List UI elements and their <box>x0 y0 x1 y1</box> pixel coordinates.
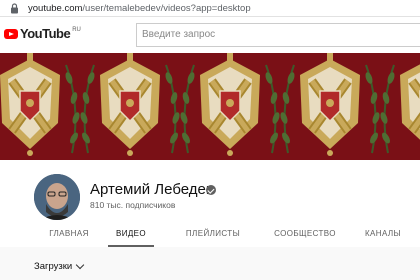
region-code: RU <box>72 27 81 33</box>
youtube-header: YouTube RU Введите запрос <box>0 17 420 53</box>
url-text[interactable]: youtube.com/user/temalebedev/videos?app=… <box>28 3 251 14</box>
uploads-dropdown[interactable]: Загрузки <box>34 260 85 272</box>
subscriber-count: 810 тыс. подписчиков <box>90 200 176 210</box>
tab-community[interactable]: СООБЩЕСТВО <box>265 222 345 247</box>
channel-banner <box>0 53 420 160</box>
browser-address-bar[interactable]: youtube.com/user/temalebedev/videos?app=… <box>0 0 420 17</box>
avatar-portrait-image <box>34 174 80 220</box>
verified-badge-icon <box>206 185 216 195</box>
chevron-down-icon <box>75 260 85 270</box>
youtube-channel-page: youtube.com/user/temalebedev/videos?app=… <box>0 0 420 280</box>
url-host: youtube.com <box>28 2 83 14</box>
youtube-logo-text: YouTube <box>20 26 71 41</box>
videos-content: Загрузки <box>0 247 420 280</box>
tab-playlists[interactable]: ПЛЕЙЛИСТЫ <box>175 222 251 247</box>
youtube-play-icon <box>4 29 18 39</box>
url-path: /user/temalebedev/videos?app=desktop <box>82 2 251 14</box>
tab-home[interactable]: ГЛАВНАЯ <box>38 222 100 247</box>
tab-videos[interactable]: ВИДЕО <box>108 222 154 247</box>
youtube-logo[interactable]: YouTube RU <box>4 26 81 42</box>
tab-channels[interactable]: КАНАЛЫ <box>358 222 408 247</box>
lock-icon <box>10 0 24 17</box>
channel-avatar[interactable] <box>34 174 80 220</box>
banner-ornament-image <box>0 53 420 160</box>
channel-header: Артемий Лебедев 810 тыс. подписчиков ГЛА… <box>0 160 420 247</box>
channel-tabs: ГЛАВНАЯ ВИДЕО ПЛЕЙЛИСТЫ СООБЩЕСТВО КАНАЛ… <box>0 222 420 247</box>
search-input[interactable]: Введите запрос <box>136 23 420 47</box>
channel-name: Артемий Лебедев <box>90 181 214 198</box>
uploads-label: Загрузки <box>34 261 73 272</box>
